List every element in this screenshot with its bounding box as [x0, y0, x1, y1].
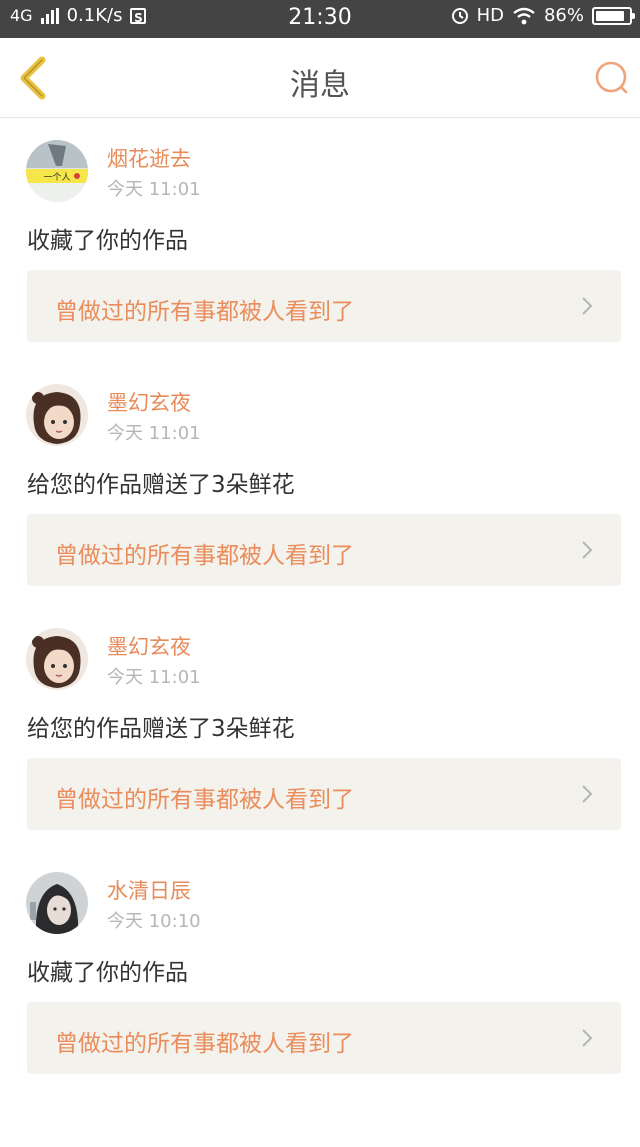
username[interactable]: 墨幻玄夜: [107, 387, 191, 417]
alarm-icon: [451, 7, 468, 24]
status-bar-right: HD 86%: [451, 5, 635, 26]
message-action: 给您的作品赠送了3朵鲜花: [27, 472, 295, 498]
battery-icon: [592, 6, 635, 25]
search-icon: [595, 61, 628, 94]
chevron-right-icon: [582, 785, 593, 803]
message-card: 墨幻玄夜 今天 11:01 给您的作品赠送了3朵鲜花 曾做过的所有事都被人看到了: [0, 362, 640, 606]
nav-header: 消息: [0, 38, 640, 118]
username[interactable]: 水清日辰: [107, 875, 191, 905]
avatar-image: [26, 384, 88, 446]
message-time: 今天 11:01: [107, 423, 201, 444]
message-card: 墨幻玄夜 今天 11:01 给您的作品赠送了3朵鲜花 曾做过的所有事都被人看到了: [0, 606, 640, 850]
avatar-image: [26, 628, 88, 690]
message-time: 今天 10:10: [107, 911, 201, 932]
message-card: 一个人 烟花逝去 今天 11:01 收藏了你的作品 曾做过的所有事都被人看到了: [0, 118, 640, 362]
work-title: 曾做过的所有事都被人看到了: [55, 787, 354, 813]
chevron-right-icon: [582, 541, 593, 559]
avatar-caption: 一个人: [43, 172, 70, 183]
message-action: 给您的作品赠送了3朵鲜花: [27, 716, 295, 742]
username[interactable]: 墨幻玄夜: [107, 631, 191, 661]
page-title: 消息: [290, 68, 350, 103]
chevron-right-icon: [582, 297, 593, 315]
work-link[interactable]: 曾做过的所有事都被人看到了: [27, 1002, 621, 1074]
avatar[interactable]: 一个人: [26, 140, 88, 202]
avatar[interactable]: [26, 384, 88, 446]
avatar[interactable]: [26, 628, 88, 690]
message-card: 水清日辰 今天 10:10 收藏了你的作品 曾做过的所有事都被人看到了: [0, 850, 640, 1094]
message-action: 收藏了你的作品: [27, 228, 188, 254]
battery-percent: 86%: [543, 5, 584, 26]
work-title: 曾做过的所有事都被人看到了: [55, 299, 354, 325]
message-time: 今天 11:01: [107, 179, 201, 200]
work-link[interactable]: 曾做过的所有事都被人看到了: [27, 514, 621, 586]
message-list: 一个人 烟花逝去 今天 11:01 收藏了你的作品 曾做过的所有事都被人看到了: [0, 118, 640, 1094]
status-bar: 4G 0.1K/s S 21:30 HD 86%: [0, 0, 640, 38]
work-title: 曾做过的所有事都被人看到了: [55, 543, 354, 569]
avatar-image: 一个人: [26, 140, 88, 202]
avatar[interactable]: [26, 872, 88, 934]
work-title: 曾做过的所有事都被人看到了: [55, 1031, 354, 1057]
wifi-icon: [513, 7, 535, 24]
message-time: 今天 11:01: [107, 667, 201, 688]
message-action: 收藏了你的作品: [27, 960, 188, 986]
username[interactable]: 烟花逝去: [107, 143, 191, 173]
work-link[interactable]: 曾做过的所有事都被人看到了: [27, 270, 621, 342]
hd-label: HD: [476, 5, 504, 26]
chevron-right-icon: [582, 1029, 593, 1047]
work-link[interactable]: 曾做过的所有事都被人看到了: [27, 758, 621, 830]
avatar-image: [26, 872, 88, 934]
search-button[interactable]: [592, 58, 632, 98]
